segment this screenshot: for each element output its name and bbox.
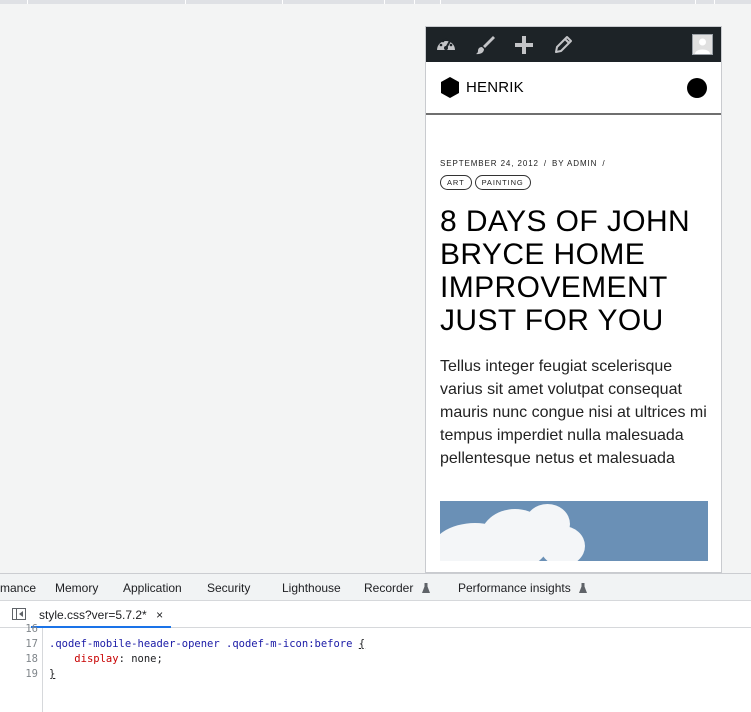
line-number: 16 [25,623,38,635]
customize-brush-icon[interactable] [473,33,497,57]
close-brace: } [49,668,56,680]
new-plus-icon[interactable] [512,33,536,57]
tab-memory[interactable]: Memory [55,581,98,595]
site-title[interactable]: HENRIK [466,79,524,96]
close-icon[interactable]: × [156,608,163,622]
meta-separator: / [602,159,606,168]
site-header: HENRIK [426,62,721,115]
post-date[interactable]: SEPTEMBER 24, 2012 [440,159,539,168]
tab-performance-insights[interactable]: Performance insights [458,581,588,595]
code-line-18[interactable]: display: none; [49,653,163,665]
post-meta: SEPTEMBER 24, 2012 / BY ADMIN / [440,159,707,168]
css-selector: .qodef-m-icon [226,638,309,650]
edit-pencil-icon[interactable] [551,33,575,57]
code-line-17[interactable]: .qodef-mobile-header-opener .qodef-m-ico… [49,638,365,650]
open-brace: { [358,638,366,650]
toggle-navigator-icon[interactable] [12,608,26,620]
top-ruler [0,0,751,4]
tag-art[interactable]: ART [440,175,472,190]
devtools-tab-bar: mance Memory Application Security Lighth… [0,574,751,601]
tab-application[interactable]: Application [123,581,182,595]
post-title[interactable]: 8 DAYS OF JOHN BRYCE HOME IMPROVEMENT JU… [440,205,710,337]
tab-recorder[interactable]: Recorder [364,581,430,595]
blog-post: SEPTEMBER 24, 2012 / BY ADMIN / ART PAIN… [426,159,721,561]
devtools-panel: mance Memory Application Security Lighth… [0,573,751,712]
line-number: 19 [25,668,38,680]
code-line-19[interactable]: } [49,668,55,680]
device-viewport: HENRIK SEPTEMBER 24, 2012 / BY ADMIN / A… [425,26,722,573]
experimental-flask-icon [421,583,430,593]
admin-bar [426,27,721,62]
tag-painting[interactable]: PAINTING [474,175,531,190]
css-pseudo: :before [308,638,353,650]
css-property: display [74,653,119,665]
file-tab-style-css[interactable]: style.css?ver=5.7.2* × [31,601,172,628]
line-number-gutter: 16 17 18 19 [0,623,43,712]
file-tab-label: style.css?ver=5.7.2* [39,608,147,622]
css-colon: : [118,653,125,665]
tab-performance-insights-label: Performance insights [458,581,571,595]
post-tags: ART PAINTING [440,175,707,190]
post-excerpt: Tellus integer feugiat scelerisque variu… [440,358,707,467]
tab-performance[interactable]: mance [0,581,36,595]
line-number: 18 [25,653,38,665]
hexagon-logo-icon[interactable] [440,77,460,98]
user-avatar-icon[interactable] [692,34,713,55]
line-number: 17 [25,638,38,650]
mobile-menu-opener-icon[interactable] [687,78,707,98]
editor-file-bar: style.css?ver=5.7.2* × [0,601,751,628]
experimental-flask-icon [579,583,588,593]
dashboard-icon[interactable] [434,33,458,57]
tab-recorder-label: Recorder [364,581,414,595]
post-featured-image[interactable] [440,501,708,561]
post-author[interactable]: BY ADMIN [552,159,597,168]
code-editor[interactable]: 16 17 18 19 .qodef-mobile-header-opener … [0,623,751,712]
tab-lighthouse[interactable]: Lighthouse [282,581,341,595]
css-value: none; [131,653,163,665]
meta-separator: / [543,159,548,168]
tab-security[interactable]: Security [207,581,250,595]
css-selector: .qodef-mobile-header-opener [49,638,220,650]
